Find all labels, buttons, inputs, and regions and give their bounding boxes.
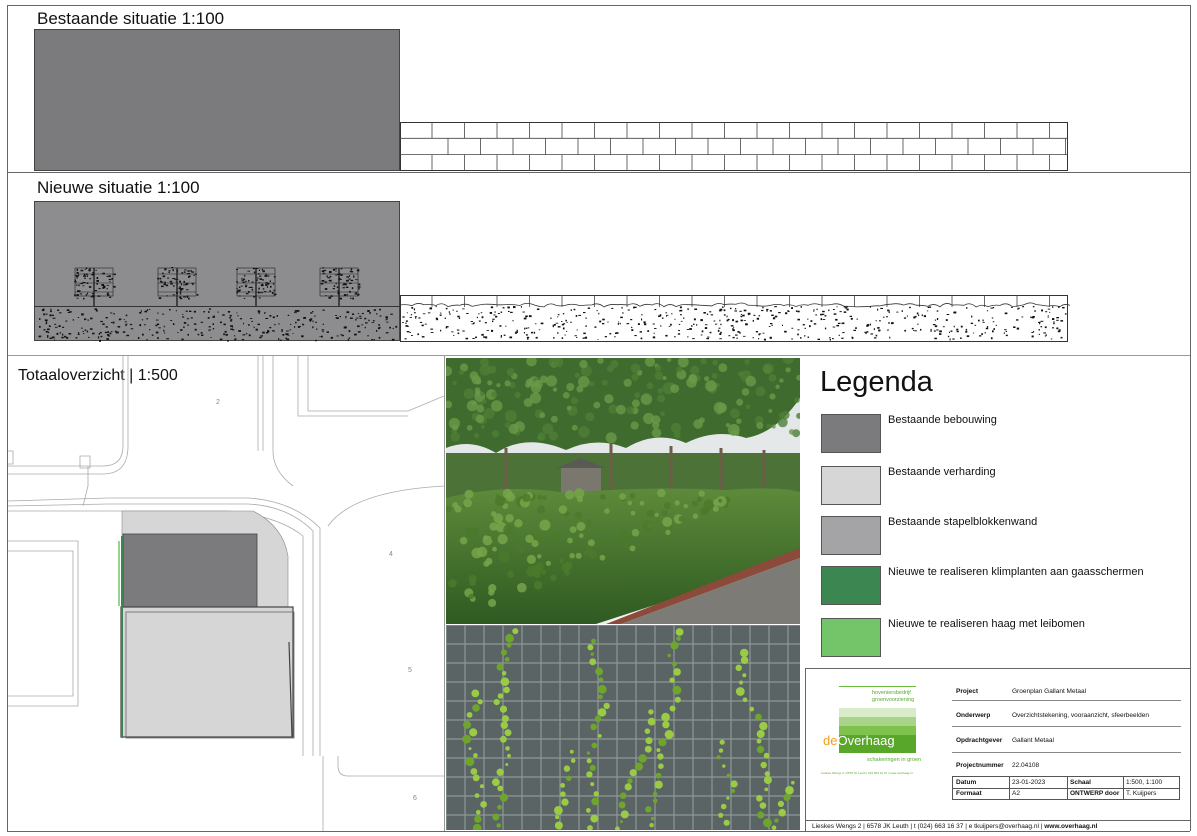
tb-rule-1 [952, 700, 1181, 701]
format-value: A2 [1012, 790, 1020, 797]
subject-label: Onderwerp [956, 712, 991, 719]
photo-hedge-with-espalier-trees [446, 358, 800, 624]
legend-label: Nieuwe te realiseren klimplanten aan gaa… [888, 566, 1144, 578]
company-logo: hoveniersbedrijf groenvoorziening deOver… [812, 683, 942, 783]
scale-value: 1:500, 1:100 [1126, 779, 1163, 786]
logo-tagline: schakeringen in groen [867, 757, 922, 763]
number-label: Projectnummer [956, 762, 1004, 769]
existing-building [34, 29, 400, 171]
client-label: Opdrachtgever [956, 737, 1003, 744]
legend-swatch [821, 566, 881, 605]
legend-swatch [821, 466, 881, 505]
frame-divider-1 [7, 172, 1190, 173]
legend-label: Nieuwe te realiseren haag met leibomen [888, 618, 1085, 630]
logo-top-line1: hoveniersbedrijf [872, 690, 911, 696]
existing-situation-title: Bestaande situatie 1:100 [37, 9, 225, 28]
number-value: 22.04108 [1012, 762, 1040, 769]
new-situation-title: Nieuwe situatie 1:100 [37, 178, 200, 197]
map-label-6: 6 [413, 795, 417, 802]
format-label: Formaat [956, 790, 982, 797]
new-trees-and-hedge [38, 267, 398, 342]
title-block-frame [805, 668, 1190, 669]
overview-site-plan: 2 4 5 6 [8, 356, 444, 831]
title-block-left [805, 668, 806, 831]
logo-address: Lieskes Wengs 2 | 6578 JK Leuth | 024 66… [821, 771, 913, 775]
tb-rule-2 [952, 726, 1181, 727]
map-label-5: 5 [408, 667, 412, 674]
legend-label: Bestaande bebouwing [888, 414, 997, 426]
new-block-wall-with-plants [400, 295, 1070, 342]
existing-block-wall [400, 122, 1068, 171]
footer-address: Lieskes Wengs 2 | 6578 JK Leuth | t (024… [812, 823, 1098, 830]
logo-brand: deOverhaag [823, 733, 895, 748]
date-value: 23-01-2023 [1012, 779, 1046, 786]
frame-bottom [7, 831, 1190, 832]
date-label: Datum [956, 779, 977, 786]
client-value: Gallant Metaal [1012, 737, 1054, 744]
logo-rule [839, 686, 916, 687]
legend-swatch [821, 618, 881, 657]
logo-top-line2: groenvoorziening [872, 697, 915, 703]
tb-rule-3 [952, 752, 1181, 753]
footer-line [805, 820, 1190, 821]
frame-right [1190, 5, 1191, 831]
photo-climbers-on-mesh-screen [446, 625, 800, 830]
scale-label: Schaal [1070, 779, 1091, 786]
legend-swatch [821, 414, 881, 453]
map-label-4: 4 [389, 551, 393, 558]
project-value: Groenplan Gallant Metaal [1012, 688, 1087, 695]
project-label: Project [956, 688, 979, 695]
frame-top [7, 5, 1190, 6]
legend-label: Bestaande verharding [888, 466, 996, 478]
map-label-2: 2 [216, 399, 220, 406]
design-value: T. Kuijpers [1126, 790, 1157, 797]
subject-value: Overzichtstekening, vooraanzicht, sfeerb… [1012, 712, 1149, 719]
map-divider [444, 356, 445, 831]
footer-website[interactable]: www.overhaag.nl [1044, 823, 1097, 830]
design-label: ONTWERP door [1070, 790, 1120, 797]
legend-swatch [821, 516, 881, 555]
legend-title: Legenda [820, 366, 933, 398]
legend-label: Bestaande stapelblokkenwand [888, 516, 1038, 528]
